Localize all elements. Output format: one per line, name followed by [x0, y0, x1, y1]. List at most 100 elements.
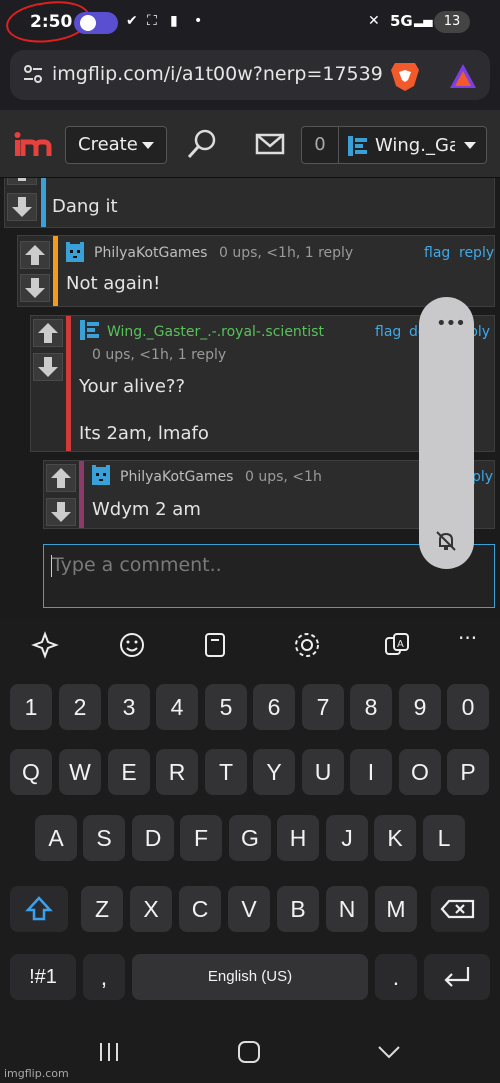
recording-pill-icon: [74, 12, 118, 34]
ai-sparkle-icon[interactable]: [30, 630, 60, 660]
create-label: Create: [78, 134, 138, 155]
user-avatar-icon: [66, 242, 84, 262]
key[interactable]: B: [277, 886, 319, 932]
key[interactable]: 0: [447, 684, 489, 730]
translate-icon[interactable]: A: [382, 630, 412, 660]
more-options-icon[interactable]: •••: [436, 313, 466, 334]
comment-text: Not again!: [66, 273, 161, 294]
brave-shield-icon[interactable]: [386, 60, 424, 92]
key[interactable]: 7: [302, 684, 344, 730]
imgflip-logo[interactable]: [14, 132, 52, 158]
key[interactable]: J: [326, 815, 368, 861]
create-button[interactable]: Create: [65, 126, 167, 164]
vote-controls: [31, 316, 65, 451]
key[interactable]: V: [228, 886, 270, 932]
floating-volume-panel[interactable]: •••: [419, 297, 474, 569]
address-bar[interactable]: imgflip.com/i/a1t00w?nerp=17539: [10, 50, 490, 100]
home-icon[interactable]: [236, 1039, 262, 1065]
clipboard-icon[interactable]: [200, 630, 230, 660]
key[interactable]: Y: [253, 749, 295, 795]
comment-text: Wdym 2 am: [92, 499, 201, 520]
comma-key[interactable]: ,: [83, 954, 125, 1000]
comment-placeholder: Type a comment..: [52, 554, 222, 576]
url-text[interactable]: imgflip.com/i/a1t00w?nerp=17539: [52, 63, 383, 85]
comment-username[interactable]: Wing._Gaster_.-.royal-.scientist: [107, 324, 324, 340]
key[interactable]: N: [326, 886, 368, 932]
check-icon: ✔: [126, 13, 138, 29]
key[interactable]: W: [59, 749, 101, 795]
downvote-button[interactable]: [46, 498, 76, 526]
notifications-off-icon[interactable]: [434, 529, 458, 553]
key[interactable]: S: [83, 815, 125, 861]
key[interactable]: P: [447, 749, 489, 795]
comment: flag reply Dang it: [4, 178, 495, 228]
key[interactable]: T: [205, 749, 247, 795]
site-settings-icon[interactable]: [22, 63, 44, 85]
key[interactable]: E: [108, 749, 150, 795]
downvote-button[interactable]: [20, 274, 50, 302]
key[interactable]: C: [179, 886, 221, 932]
flag-link[interactable]: flag: [424, 245, 450, 261]
key[interactable]: 1: [10, 684, 52, 730]
battery-badge: 13: [434, 11, 470, 33]
key[interactable]: G: [229, 815, 271, 861]
key[interactable]: I: [350, 749, 392, 795]
back-chevron-down-icon[interactable]: [376, 1039, 402, 1065]
key[interactable]: R: [156, 749, 198, 795]
key[interactable]: 5: [205, 684, 247, 730]
comment-text: Dang it: [52, 196, 118, 217]
downvote-button[interactable]: [7, 193, 37, 221]
key[interactable]: 9: [399, 684, 441, 730]
key[interactable]: Z: [81, 886, 123, 932]
backspace-key[interactable]: [431, 886, 489, 932]
key[interactable]: 4: [156, 684, 198, 730]
key[interactable]: 6: [253, 684, 295, 730]
emoji-icon[interactable]: [117, 630, 147, 660]
browser-bar: imgflip.com/i/a1t00w?nerp=17539: [0, 44, 500, 110]
status-bar: 2:50 ✔ ⛶ ▮ • ✕ 5G ▂▄ 13: [0, 0, 500, 47]
key[interactable]: Q: [10, 749, 52, 795]
upvote-button[interactable]: [7, 178, 37, 185]
search-icon[interactable]: [186, 128, 218, 160]
upvote-button[interactable]: [46, 464, 76, 492]
period-key[interactable]: .: [375, 954, 417, 1000]
brave-rewards-icon[interactable]: [448, 62, 478, 90]
enter-key[interactable]: [424, 954, 490, 1000]
key[interactable]: F: [180, 815, 222, 861]
key[interactable]: M: [375, 886, 417, 932]
key[interactable]: 8: [350, 684, 392, 730]
space-bar[interactable]: English (US): [132, 954, 368, 1000]
user-menu-button[interactable]: Wing._Ga: [338, 126, 487, 164]
settings-gear-icon[interactable]: [292, 630, 322, 660]
comment-meta: 0 ups, <1h: [245, 469, 322, 485]
comment-username[interactable]: PhilyaKotGames: [94, 245, 207, 261]
key[interactable]: O: [399, 749, 441, 795]
upvote-button[interactable]: [20, 241, 50, 269]
user-avatar-icon: [92, 465, 110, 485]
upvote-button[interactable]: [33, 319, 63, 347]
more-options-icon[interactable]: ···: [458, 626, 488, 656]
key[interactable]: L: [423, 815, 465, 861]
reply-link[interactable]: reply: [459, 245, 494, 261]
key[interactable]: 3: [108, 684, 150, 730]
signal-icon: ▂▄: [414, 13, 433, 27]
symbols-key[interactable]: !#1: [10, 954, 76, 1000]
reply-link[interactable]: ply: [472, 469, 493, 485]
key[interactable]: 2: [59, 684, 101, 730]
flag-link[interactable]: flag: [375, 324, 401, 340]
shift-key[interactable]: [10, 886, 68, 932]
notification-count[interactable]: 0: [301, 126, 339, 164]
mail-icon[interactable]: [255, 130, 285, 158]
downvote-button[interactable]: [33, 353, 63, 381]
key[interactable]: H: [277, 815, 319, 861]
key[interactable]: X: [130, 886, 172, 932]
key[interactable]: K: [374, 815, 416, 861]
key[interactable]: U: [302, 749, 344, 795]
comment-text: Your alive??: [79, 376, 186, 397]
comment-username[interactable]: PhilyaKotGames: [120, 469, 233, 485]
key[interactable]: A: [35, 815, 77, 861]
key[interactable]: D: [132, 815, 174, 861]
keyboard: A ··· 1 2 3 4 5 6 7 8 9 0 Q W E R T Y U …: [0, 618, 500, 1083]
backspace-icon: [440, 899, 475, 919]
recent-apps-icon[interactable]: [96, 1039, 122, 1065]
